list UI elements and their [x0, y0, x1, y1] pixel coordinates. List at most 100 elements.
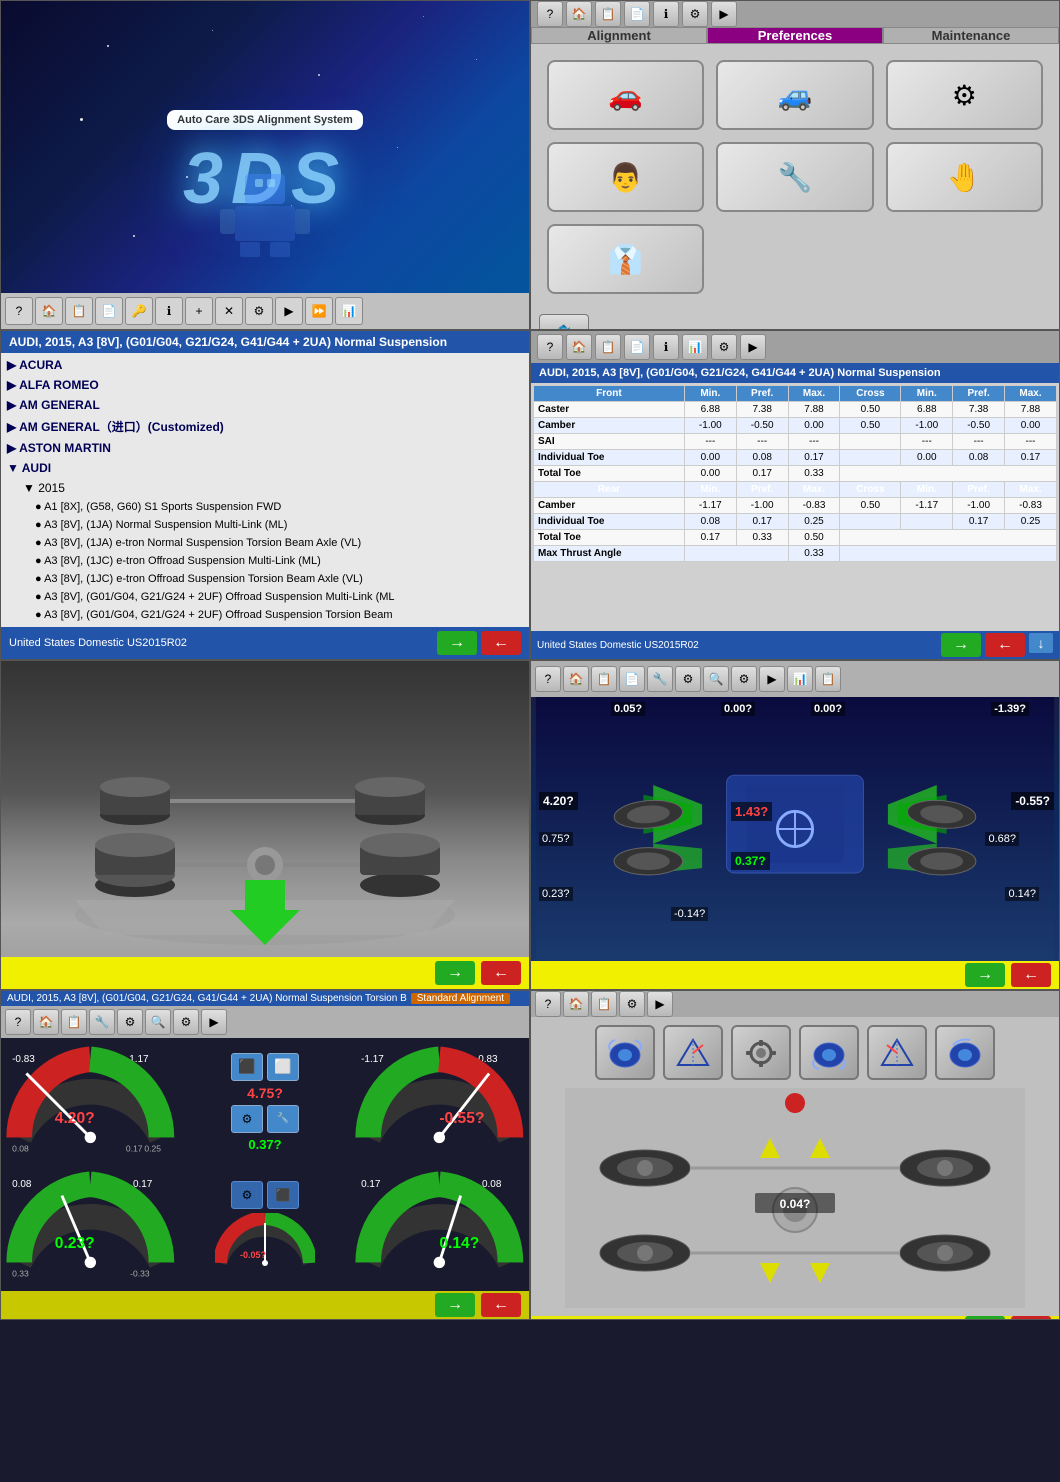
- s-list-icon[interactable]: 📋: [591, 991, 617, 1017]
- g-help-icon[interactable]: ?: [5, 1009, 31, 1035]
- 3d-nav-back[interactable]: ←: [481, 961, 521, 985]
- g-fwd-icon[interactable]: ▶: [201, 1009, 227, 1035]
- model-a3-g01-ml[interactable]: ● A3 [8V], (G01/G04, G21/G24 + 2UF) Offr…: [3, 588, 527, 606]
- gauge-nav-back[interactable]: ←: [481, 1293, 521, 1317]
- m-settings-icon[interactable]: ⚙: [675, 666, 701, 692]
- sensor-btn-2[interactable]: [663, 1025, 723, 1080]
- s-home-icon[interactable]: 🏠: [563, 991, 589, 1017]
- nav-next-btn[interactable]: →: [437, 631, 477, 655]
- table-nav-next[interactable]: →: [941, 633, 981, 657]
- fish-btn[interactable]: 🐟: [539, 314, 589, 330]
- tab-preferences[interactable]: Preferences: [707, 27, 883, 44]
- g-home-icon[interactable]: 🏠: [33, 1009, 59, 1035]
- measure-nav-next[interactable]: →: [965, 963, 1005, 987]
- table-nav-back[interactable]: ←: [985, 633, 1025, 657]
- brand-am-general-custom[interactable]: ▶ AM GENERAL（进口）(Customized): [3, 415, 527, 438]
- t-doc-icon[interactable]: 📄: [624, 334, 650, 360]
- model-a3-1ja-vl[interactable]: ● A3 [8V], (1JA) e-tron Normal Suspensio…: [3, 534, 527, 552]
- t-settings-icon[interactable]: ⚙: [711, 334, 737, 360]
- settings-icon[interactable]: ⚙: [682, 1, 708, 27]
- sensor-btn-6[interactable]: [935, 1025, 995, 1080]
- sensor-btn-3[interactable]: [731, 1025, 791, 1080]
- sensors-nav-next[interactable]: →: [965, 1316, 1005, 1320]
- m-wrench-icon[interactable]: 🔧: [647, 666, 673, 692]
- settings-btn[interactable]: ⚙: [245, 297, 273, 325]
- nav-back-btn[interactable]: ←: [481, 631, 521, 655]
- m-list-icon[interactable]: 📋: [591, 666, 617, 692]
- pref-hand-icon[interactable]: 🤚: [886, 142, 1043, 212]
- list-icon[interactable]: 📋: [595, 1, 621, 27]
- pref-wrench-icon[interactable]: 🔧: [716, 142, 873, 212]
- pref-car-icon[interactable]: 🚗: [547, 60, 704, 130]
- add-btn[interactable]: +: [185, 297, 213, 325]
- model-a3-1jc-vl[interactable]: ● A3 [8V], (1JC) e-tron Offroad Suspensi…: [3, 570, 527, 588]
- center-icon1[interactable]: ⬛: [231, 1053, 263, 1081]
- brand-alfa[interactable]: ▶ ALFA ROMEO: [3, 375, 527, 395]
- play-btn[interactable]: ▶: [275, 297, 303, 325]
- doc-icon[interactable]: 📄: [624, 1, 650, 27]
- sensor-btn-4[interactable]: [799, 1025, 859, 1080]
- s-fwd-icon[interactable]: ▶: [647, 991, 673, 1017]
- brand-am-general[interactable]: ▶ AM GENERAL: [3, 395, 527, 415]
- key-btn[interactable]: 🔑: [125, 297, 153, 325]
- measure-nav-back[interactable]: ←: [1011, 963, 1051, 987]
- brand-acura[interactable]: ▶ ACURA: [3, 355, 527, 375]
- t-help-icon[interactable]: ?: [537, 334, 563, 360]
- help-icon[interactable]: ?: [537, 1, 563, 27]
- down-icon[interactable]: ↓: [1029, 633, 1053, 653]
- close-btn[interactable]: ✕: [215, 297, 243, 325]
- g-list-icon[interactable]: 📋: [61, 1009, 87, 1035]
- home-icon[interactable]: 🏠: [566, 1, 592, 27]
- tab-alignment[interactable]: Alignment: [531, 27, 707, 44]
- model-a3-1jc-ml[interactable]: ● A3 [8V], (1JC) e-tron Offroad Suspensi…: [3, 552, 527, 570]
- pref-vehicle-icon[interactable]: 🚙: [716, 60, 873, 130]
- brand-audi[interactable]: ▼ AUDI: [3, 458, 527, 478]
- m-home-icon[interactable]: 🏠: [563, 666, 589, 692]
- info-btn[interactable]: ℹ: [155, 297, 183, 325]
- m-extra-icon[interactable]: 📋: [815, 666, 841, 692]
- bottom-icon1[interactable]: ⚙: [231, 1181, 263, 1209]
- pref-gear-icon[interactable]: ⚙: [886, 60, 1043, 130]
- list-btn[interactable]: 📋: [65, 297, 93, 325]
- t-list-icon[interactable]: 📋: [595, 334, 621, 360]
- g-wrench-icon[interactable]: 🔧: [89, 1009, 115, 1035]
- brand-aston[interactable]: ▶ ASTON MARTIN: [3, 438, 527, 458]
- g-settings-icon[interactable]: ⚙: [117, 1009, 143, 1035]
- doc-btn[interactable]: 📄: [95, 297, 123, 325]
- tab-maintenance[interactable]: Maintenance: [883, 27, 1059, 44]
- chart-btn[interactable]: 📊: [335, 297, 363, 325]
- 3d-nav-next[interactable]: →: [435, 961, 475, 985]
- gauge-nav-next[interactable]: →: [435, 1293, 475, 1317]
- t-home-icon[interactable]: 🏠: [566, 334, 592, 360]
- m-gear-icon[interactable]: ⚙: [731, 666, 757, 692]
- fwd-icon[interactable]: ▶: [711, 1, 737, 27]
- m-help-icon[interactable]: ?: [535, 666, 561, 692]
- pref-suit-icon[interactable]: 👔: [547, 224, 704, 294]
- help-btn[interactable]: ?: [5, 297, 33, 325]
- g-gear-icon[interactable]: ⚙: [173, 1009, 199, 1035]
- m-fwd-icon[interactable]: ▶: [759, 666, 785, 692]
- m-chart-icon[interactable]: 📊: [787, 666, 813, 692]
- m-doc-icon[interactable]: 📄: [619, 666, 645, 692]
- sensor-btn-5[interactable]: [867, 1025, 927, 1080]
- year-2015[interactable]: ▼ 2015: [3, 478, 527, 498]
- pref-person-icon[interactable]: 👨: [547, 142, 704, 212]
- s-settings-icon[interactable]: ⚙: [619, 991, 645, 1017]
- center-icon2[interactable]: ⬜: [267, 1053, 299, 1081]
- bottom-icon2[interactable]: ⬛: [267, 1181, 299, 1209]
- sensors-nav-back[interactable]: ←: [1011, 1316, 1051, 1320]
- center-icon3[interactable]: ⚙: [231, 1105, 263, 1133]
- t-info-icon[interactable]: ℹ: [653, 334, 679, 360]
- model-a3-g01-tb[interactable]: ● A3 [8V], (G01/G04, G21/G24 + 2UF) Offr…: [3, 606, 527, 624]
- center-icon4[interactable]: 🔧: [267, 1105, 299, 1133]
- s-help-icon[interactable]: ?: [535, 991, 561, 1017]
- info-icon[interactable]: ℹ: [653, 1, 679, 27]
- t-fwd-icon[interactable]: ▶: [740, 334, 766, 360]
- model-a3-1ja-ml[interactable]: ● A3 [8V], (1JA) Normal Suspension Multi…: [3, 516, 527, 534]
- model-a1[interactable]: ● A1 [8X], (G58, G60) S1 Sports Suspensi…: [3, 498, 527, 516]
- fastfwd-btn[interactable]: ⏩: [305, 297, 333, 325]
- home-btn[interactable]: 🏠: [35, 297, 63, 325]
- g-zoom-icon[interactable]: 🔍: [145, 1009, 171, 1035]
- t-chart-icon[interactable]: 📊: [682, 334, 708, 360]
- sensor-btn-1[interactable]: [595, 1025, 655, 1080]
